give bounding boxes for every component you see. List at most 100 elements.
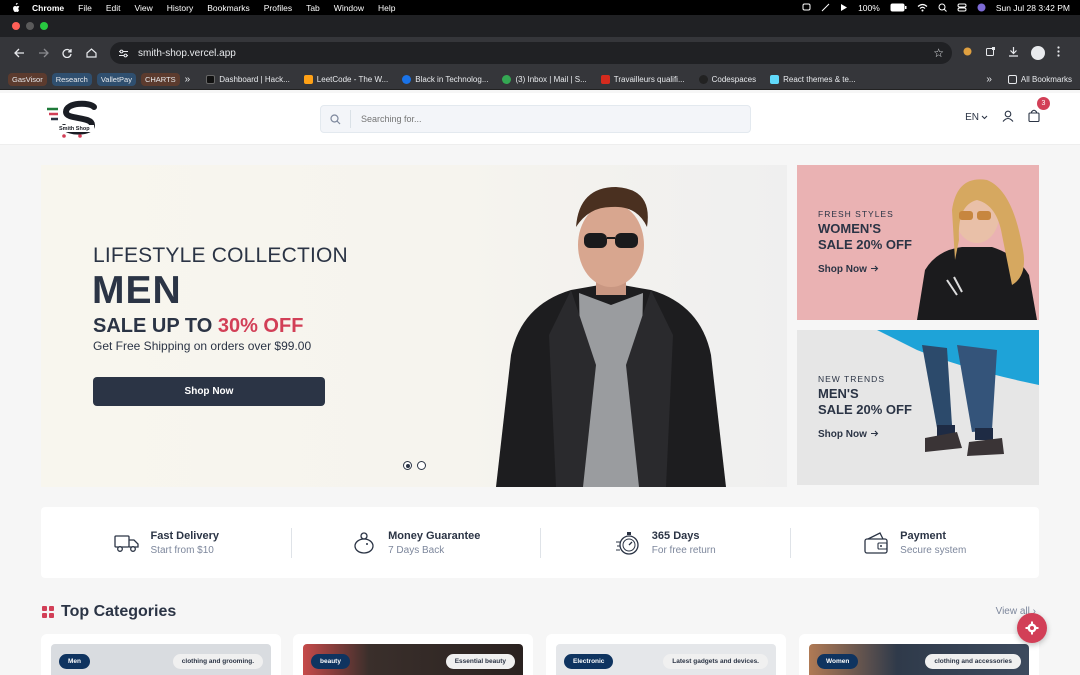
menubar-status-area: 100% Sun Jul 28 3:42 PM [802, 3, 1070, 13]
menu-app-name[interactable]: Chrome [32, 3, 64, 13]
service-text: Money Guarantee 7 Days Back [388, 530, 480, 556]
all-bookmarks-button[interactable]: All Bookmarks [1007, 74, 1072, 84]
bookmark-black-in-tech[interactable]: Black in Technolog... [402, 74, 488, 84]
forward-button[interactable] [32, 42, 54, 64]
service-subtitle: Start from $10 [150, 544, 214, 556]
bookmark-codespaces[interactable]: Codespaces [698, 74, 756, 84]
hero-sale-prefix: SALE UP TO [93, 315, 218, 337]
menu-edit[interactable]: Edit [106, 3, 121, 13]
menu-tab[interactable]: Tab [306, 3, 320, 13]
category-image: Women clothing and accessories [809, 644, 1029, 675]
promo-banner-women[interactable]: FRESH STYLES WOMEN'S SALE 20% OFF Shop N… [797, 165, 1039, 320]
hero-model-image [496, 187, 726, 487]
bookmark-chip-research[interactable]: Research [51, 72, 92, 86]
promo-banner-men[interactable]: NEW TRENDS MEN'S SALE 20% OFF Shop Now [797, 330, 1039, 485]
minimize-window-button[interactable] [26, 22, 34, 30]
close-window-button[interactable] [12, 22, 20, 30]
bookmark-chip-gasvisor[interactable]: GasVisor [8, 72, 47, 86]
search-bar[interactable] [320, 105, 751, 133]
menu-profiles[interactable]: Profiles [264, 3, 292, 13]
bookmark-react-themes[interactable]: React themes & te... [770, 74, 856, 84]
bookmark-leetcode[interactable]: LeetCode - The W... [303, 74, 388, 84]
site-logo[interactable]: Smith Shop [44, 99, 104, 139]
promo-men-shop-now-link[interactable]: Shop Now [818, 429, 879, 440]
category-name-pill: Men [59, 654, 90, 669]
user-account-icon[interactable] [1002, 110, 1014, 125]
chrome-menu-icon[interactable] [1057, 44, 1060, 62]
category-card-men[interactable]: Men clothing and grooming. [41, 634, 281, 675]
back-button[interactable] [8, 42, 30, 64]
menu-window[interactable]: Window [334, 3, 364, 13]
menu-bookmarks[interactable]: Bookmarks [207, 3, 250, 13]
profile-avatar[interactable] [1031, 46, 1045, 60]
service-title: Fast Delivery [150, 529, 219, 542]
reload-button[interactable] [56, 42, 78, 64]
siri-icon[interactable] [977, 3, 986, 12]
extensions-puzzle-icon[interactable] [985, 44, 996, 62]
menu-view[interactable]: View [134, 3, 152, 13]
address-bar-url[interactable]: smith-shop.vercel.app [138, 48, 236, 59]
bookmark-dashboard[interactable]: Dashboard | Hack... [206, 74, 290, 84]
menu-help[interactable]: Help [378, 3, 395, 13]
search-icon[interactable] [321, 110, 351, 128]
category-name-pill: Electronic [564, 654, 614, 669]
promo-women-tag: FRESH STYLES [818, 209, 894, 219]
carousel-dot-2[interactable] [417, 461, 426, 470]
hero-shop-now-button[interactable]: Shop Now [93, 377, 325, 406]
menu-history[interactable]: History [167, 3, 193, 13]
play-icon[interactable] [840, 3, 848, 12]
cart-button[interactable]: 3 [1028, 97, 1050, 125]
category-card-women[interactable]: Women clothing and accessories [799, 634, 1039, 675]
site-settings-icon[interactable] [118, 49, 132, 58]
apple-icon[interactable] [10, 2, 20, 13]
bookmark-chip-charts[interactable]: CHARTS [140, 72, 180, 86]
category-card-electronic[interactable]: Electronic Latest gadgets and devices. [546, 634, 786, 675]
download-icon[interactable] [1008, 44, 1019, 62]
category-card-beauty[interactable]: beauty Essential beauty [293, 634, 533, 675]
reload-icon [62, 48, 72, 58]
bookmark-inbox[interactable]: (3) Inbox | Mail | S... [502, 74, 587, 84]
bookmark-star-icon[interactable]: ☆ [933, 46, 944, 60]
home-button[interactable] [80, 42, 102, 64]
settings-fab-button[interactable] [1017, 613, 1047, 643]
category-desc-pill: Latest gadgets and devices. [663, 654, 768, 669]
promo-women-line2: SALE 20% OFF [818, 237, 912, 252]
bookmark-chip-valletpay[interactable]: ValletPay [96, 72, 136, 86]
chevron-double-right-icon[interactable]: » [185, 74, 191, 85]
address-bar[interactable]: smith-shop.vercel.app ☆ [110, 42, 952, 64]
zoom-window-button[interactable] [40, 22, 48, 30]
promo-men-tag: NEW TRENDS [818, 374, 885, 384]
chevron-double-right-icon[interactable]: » [986, 74, 992, 85]
carousel-dots [403, 461, 426, 470]
battery-icon[interactable] [890, 3, 907, 12]
arrow-right-icon [870, 430, 878, 437]
promo-men-line1: MEN'S [818, 386, 859, 401]
mail-icon [502, 74, 512, 84]
carousel-dot-1[interactable] [403, 461, 412, 470]
promo-men-link-label: Shop Now [818, 429, 867, 440]
logo-text: Smith Shop [59, 126, 90, 132]
bus-icon[interactable] [802, 3, 811, 12]
category-name-pill: beauty [311, 654, 350, 669]
language-selector[interactable]: EN [965, 112, 988, 123]
spotlight-search-icon[interactable] [938, 3, 947, 12]
toolbar-actions [962, 44, 1060, 62]
services-strip: Fast Delivery Start from $10 Money Guara… [41, 507, 1039, 578]
hero-eyebrow: LIFESTYLE COLLECTION [93, 244, 348, 267]
menubar-clock[interactable]: Sun Jul 28 3:42 PM [996, 3, 1070, 13]
menu-file[interactable]: File [78, 3, 92, 13]
search-input[interactable] [361, 114, 721, 124]
wifi-icon[interactable] [917, 3, 928, 12]
macos-menubar: Chrome File Edit View History Bookmarks … [0, 0, 1080, 15]
all-bookmarks-label: All Bookmarks [1020, 74, 1072, 84]
promo-women-shop-now-link[interactable]: Shop Now [818, 264, 879, 275]
stopwatch-icon [614, 529, 642, 557]
service-fast-delivery: Fast Delivery Start from $10 [41, 507, 291, 578]
shopping-bag-icon [1028, 109, 1040, 123]
service-365-days: 365 Days For free return [540, 507, 790, 578]
extension-icon[interactable] [962, 44, 973, 62]
control-center-icon[interactable] [957, 3, 967, 12]
pen-slash-icon[interactable] [821, 3, 830, 12]
hero-sale-percent: 30% OFF [217, 315, 304, 337]
bookmark-travailleurs[interactable]: Travailleurs qualifi... [600, 74, 685, 84]
